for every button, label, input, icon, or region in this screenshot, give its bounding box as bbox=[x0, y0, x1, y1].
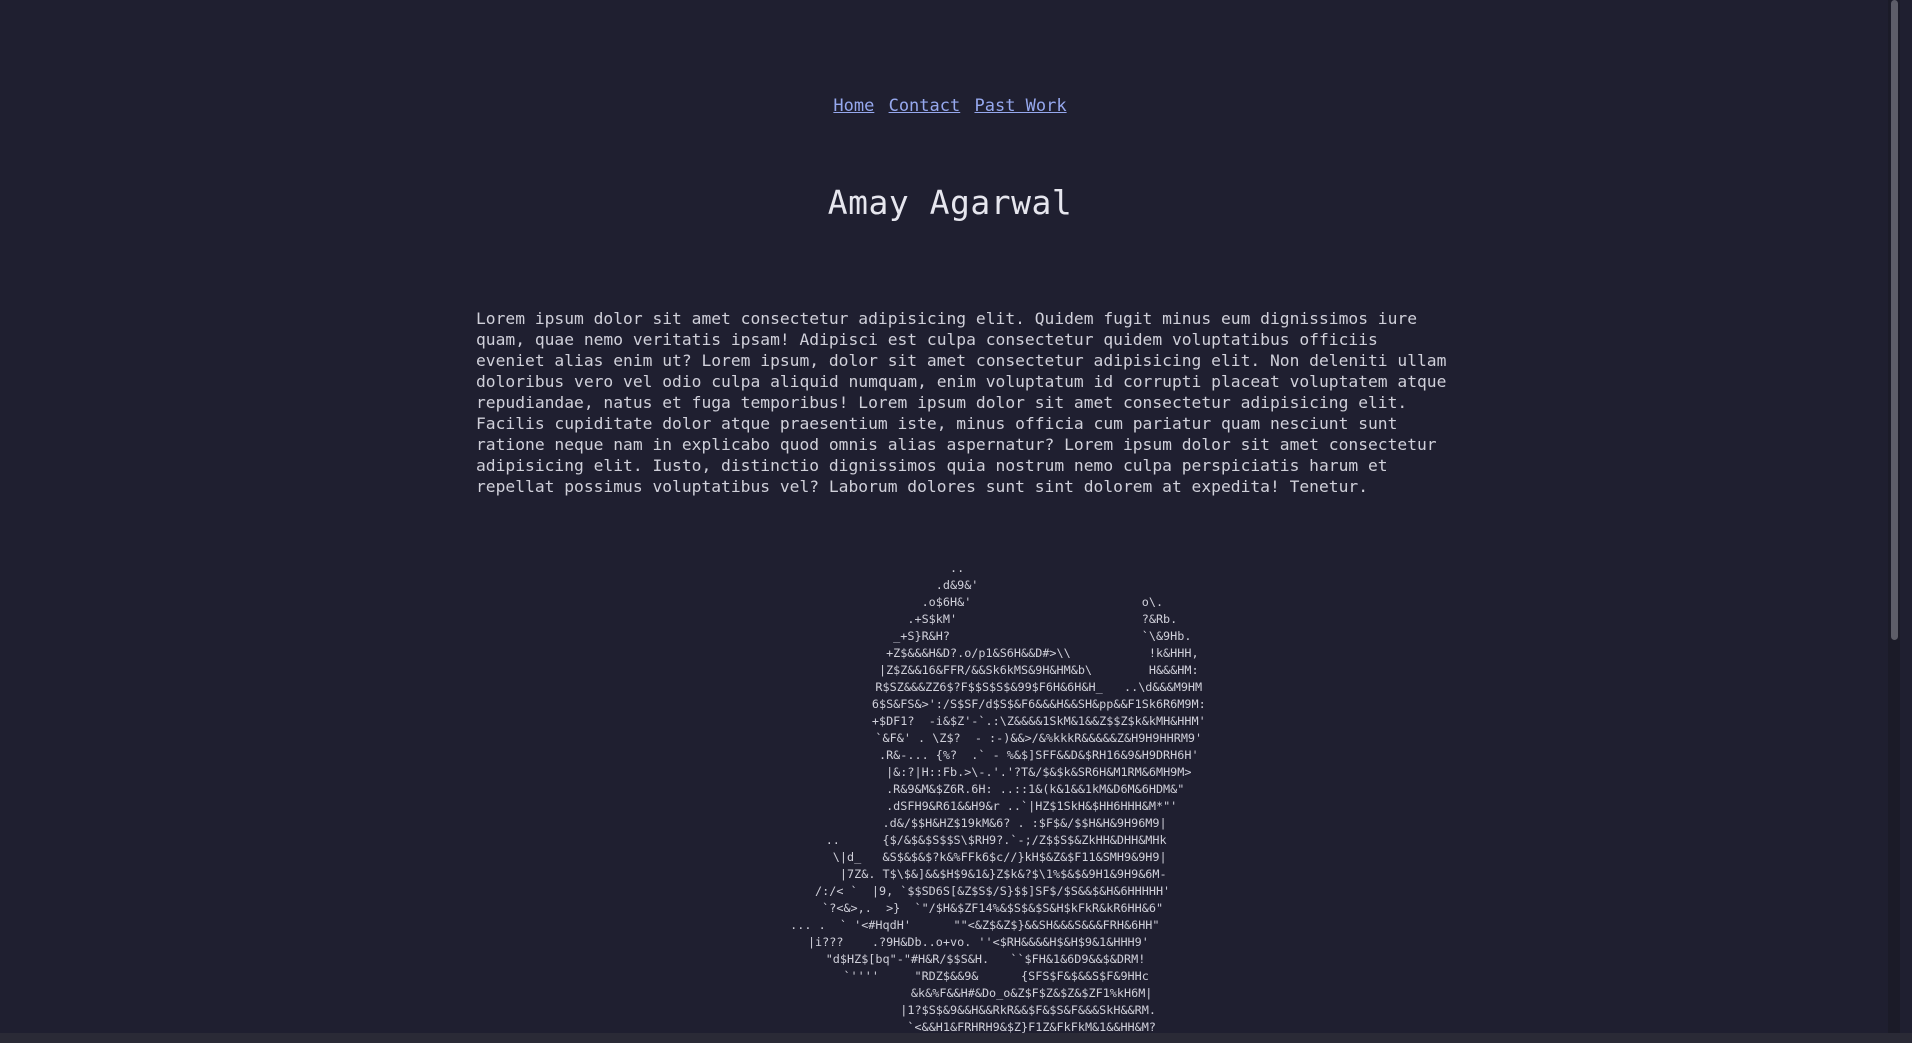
ascii-art-line: |7Z&. T$\$&]&&$H$9&1&}Z$k&?$\1%$&$&9H1&9… bbox=[733, 867, 1167, 881]
ascii-art-line: &k&%F&&H#&Do_o&Z$F$Z&$Z&$ZF1%kH6M| bbox=[747, 986, 1153, 1000]
ascii-art-line: `?<&>,. >} `"/$H&$ZF14%&$S$&$S&H$kFkR&kR… bbox=[736, 901, 1164, 915]
ascii-art-line: /:/< ` |9, `$$SD6S[&Z$S$/S}$$]SF$/$S&&$&… bbox=[729, 884, 1171, 898]
ascii-art-line: |1?$S$&9&&H&&RkR&&$F&$S&F&&&SkH&&RM. bbox=[744, 1003, 1156, 1017]
ascii-art-line: _+S}R&H? `\&9Hb. bbox=[701, 629, 1199, 643]
nav-link-past-work[interactable]: Past Work bbox=[974, 96, 1066, 116]
ascii-art-line: .d&/$$H&HZ$19kM&6? . :$F$&/$$H&H&9H96M9| bbox=[733, 816, 1167, 830]
ascii-art-line: 6$S&FS&>':/S$SF/d$S$&F6&&&H&&SH&pp&&F1Sk… bbox=[694, 697, 1206, 711]
intro-paragraph: Lorem ipsum dolor sit amet consectetur a… bbox=[476, 309, 1447, 496]
ascii-art-line: `&F&' . \Z$? - :-)&&>/&%kkkR&&&&&Z&H9H9H… bbox=[697, 731, 1203, 745]
ascii-art-line: |&:?|H::Fb.>\-.'.'?T&/$&$k&SR6H&M1RM&6MH… bbox=[708, 765, 1192, 779]
ascii-art-line: .o$6H&' o\. bbox=[701, 595, 1199, 609]
ascii-art-line: R$SZ&&&ZZ6$?F$$S$S$&99$F6H&6H&H_ ..\d&&&… bbox=[697, 680, 1203, 694]
scrollbar-thumb[interactable] bbox=[1891, 0, 1898, 640]
ascii-art-line: .R&-... {%? .` - %&$]SFF&&D&$RH16&9&H9DR… bbox=[701, 748, 1199, 762]
ascii-art-line: ... . ` '<#HqdH' ""<&Z$&Z$}&&SH&&&S&&&FR… bbox=[740, 918, 1160, 932]
ascii-art-portrait: .. .d&9&' .o$6H&' o\. .+S$kM' ?&Rb. _+S}… bbox=[0, 560, 1900, 1033]
ascii-art-line: +$DF1? -i&$Z'-`.:\Z&&&&1SkM&1&&Z$$Z$k&kM… bbox=[694, 714, 1206, 728]
ascii-art-line: .dSFH9&R61&&H9&r ..`|HZ$1SkH&$HH6HHH&M*"… bbox=[722, 799, 1178, 813]
nav-link-contact[interactable]: Contact bbox=[889, 96, 961, 116]
page: Home Contact Past Work Amay Agarwal Lore… bbox=[0, 0, 1900, 1033]
nav-link-home[interactable]: Home bbox=[833, 96, 874, 116]
horizontal-scrollbar[interactable] bbox=[0, 1033, 1912, 1043]
ascii-art-line: .+S$kM' ?&Rb. bbox=[701, 612, 1199, 626]
ascii-art-line: |i??? .?9H&Db..o+vo. ''<$RH&&&&H$&H$9&1&… bbox=[751, 935, 1149, 949]
ascii-art-line: \|d_ &S$&$&$?k&%FFk6$c//}kH$&Z&$F11&SMH9… bbox=[733, 850, 1167, 864]
ascii-art-line: +Z$&&&H&D?.o/p1&S6H&&D#>\\ !k&HHH, bbox=[701, 646, 1199, 660]
ascii-art-line: "d$HZ$[bq"-"#H&R/$$S&H. ``$FH&1&6D9&&$&D… bbox=[754, 952, 1146, 966]
ascii-art-line: `'''' "RDZ$&&9& {SFS$F&$&&S$F&9HHc bbox=[751, 969, 1149, 983]
ascii-art-line: .. bbox=[701, 561, 1199, 575]
ascii-art-line: `<&&H1&FRHRH9&$Z}F1Z&FkFkM&1&&HH&M? bbox=[744, 1020, 1156, 1033]
ascii-art-line: .R&9&M&$Z6R.6H: ..::1&(k&1&&1kM&D6M&6HDM… bbox=[715, 782, 1185, 796]
page-title: Amay Agarwal bbox=[827, 183, 1073, 222]
vertical-scrollbar[interactable] bbox=[1888, 0, 1900, 1033]
ascii-art-line: .d&9&' bbox=[701, 578, 1199, 592]
ascii-art-line: |Z$Z&&16&FFR/&&Sk6kMS&9H&HM&b\ H&&&HM: bbox=[701, 663, 1199, 677]
top-nav: Home Contact Past Work bbox=[0, 95, 1900, 117]
ascii-art-line: .. {$/&$&$S$$S\$RH9?.`-;/Z$$S$&ZkHH&DHH&… bbox=[733, 833, 1167, 847]
